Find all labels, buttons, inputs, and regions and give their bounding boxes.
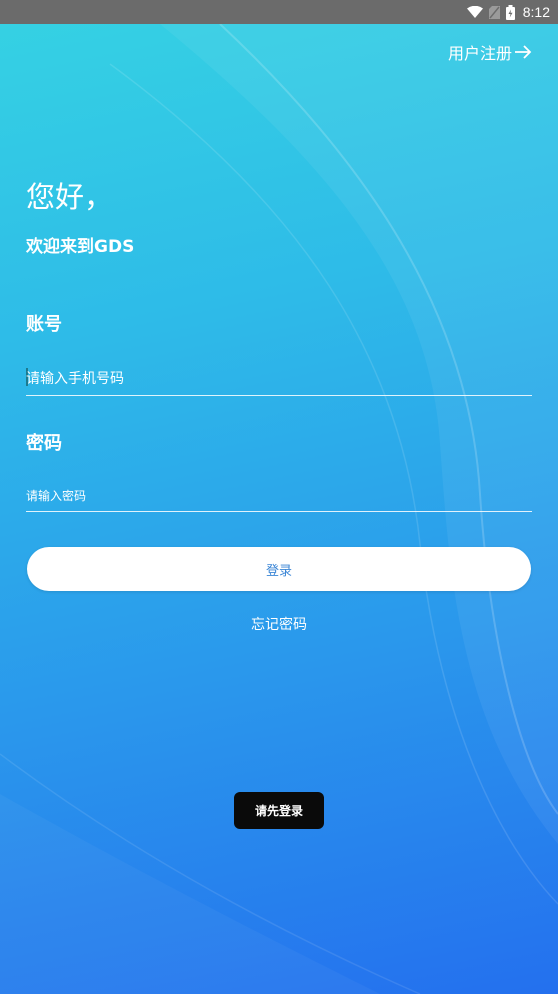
wifi-icon [466, 0, 483, 24]
password-input[interactable] [26, 486, 532, 512]
sim-card-icon [488, 0, 500, 24]
register-link[interactable]: 用户注册 [448, 40, 532, 64]
welcome-subtitle: 欢迎来到GDS [26, 237, 135, 257]
login-screen: 用户注册 您好， 欢迎来到GDS 账号 密码 登录 忘记密码 请先登录 [0, 24, 558, 994]
greeting-title: 您好， [26, 180, 114, 214]
password-label: 密码 [26, 433, 62, 454]
toast-message: 请先登录 [234, 792, 324, 829]
battery-icon [505, 0, 515, 24]
login-button[interactable]: 登录 [27, 547, 531, 591]
status-time: 8:12 [522, 4, 550, 20]
arrow-right-icon [514, 45, 532, 59]
account-label: 账号 [26, 314, 62, 335]
forgot-password-link[interactable]: 忘记密码 [0, 614, 558, 634]
account-input[interactable] [26, 368, 532, 396]
register-label: 用户注册 [447, 44, 512, 63]
status-bar: 8:12 [0, 0, 558, 24]
